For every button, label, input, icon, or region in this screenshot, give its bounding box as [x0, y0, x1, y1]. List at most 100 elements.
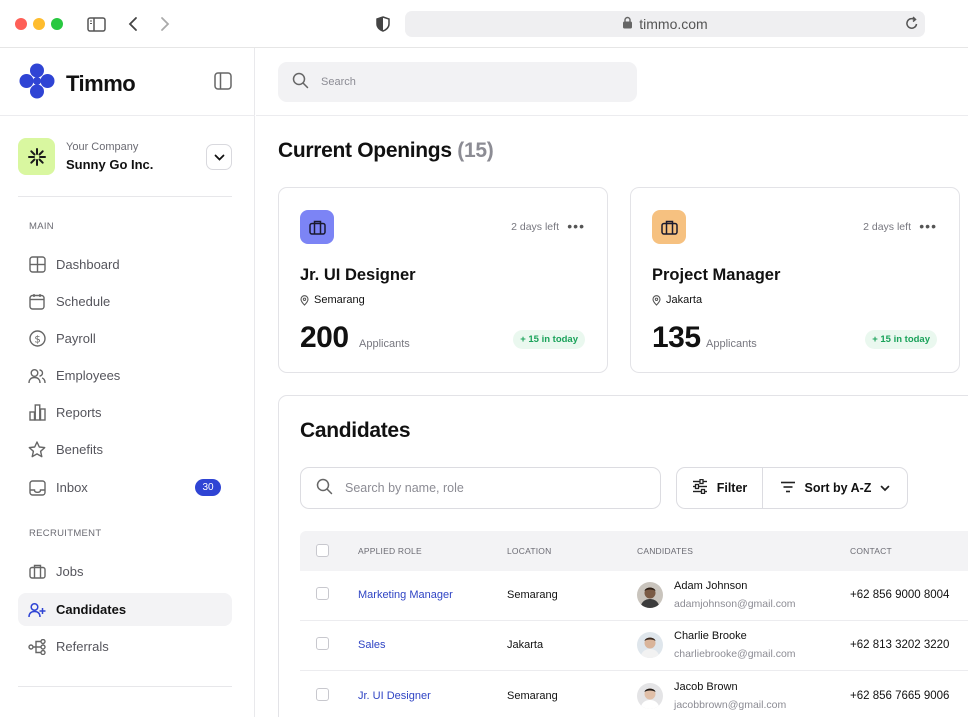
filter-button[interactable]: Filter: [677, 468, 763, 508]
sidebar-toggle-icon[interactable]: [86, 14, 106, 34]
table-row[interactable]: Marketing Manager Semarang Adam Johnson …: [300, 571, 968, 621]
user-plus-icon: [28, 601, 46, 619]
users-icon: [28, 367, 46, 385]
job-title: Jr. UI Designer: [300, 266, 416, 284]
company-label: Your Company: [66, 141, 139, 153]
filter-sort-group: Filter Sort by A-Z: [676, 467, 908, 509]
sidebar: Timmo Your Company Sunny Go Inc. MAIN Da…: [0, 48, 255, 717]
sliders-icon: [692, 478, 708, 497]
chevron-down-icon[interactable]: [206, 144, 232, 170]
select-all-checkbox[interactable]: [316, 544, 329, 557]
days-left: 2 days left: [511, 221, 559, 233]
search-icon: [316, 478, 333, 498]
applicants-label: Applicants: [706, 338, 757, 350]
shield-icon[interactable]: [373, 14, 393, 34]
sidebar-item-label: Payroll: [56, 331, 96, 346]
candidates-title: Candidates: [300, 419, 411, 442]
location-pin-icon: [300, 294, 309, 306]
role-link[interactable]: Jr. UI Designer: [358, 690, 431, 702]
sort-dropdown[interactable]: Sort by A-Z: [763, 468, 907, 508]
applicant-count: 200: [300, 321, 349, 354]
location-cell: Semarang: [507, 690, 558, 702]
sidebar-item-label: Employees: [56, 368, 121, 383]
location-pin-icon: [652, 294, 661, 306]
sidebar-item-referrals[interactable]: Referrals: [18, 630, 232, 663]
days-left: 2 days left: [863, 221, 911, 233]
sidebar-item-schedule[interactable]: Schedule: [18, 285, 232, 318]
column-header: APPLIED ROLE: [358, 546, 422, 556]
sidebar-item-dashboard[interactable]: Dashboard: [18, 248, 232, 281]
minimize-window-button[interactable]: [33, 18, 45, 30]
candidate-search-placeholder: Search by name, role: [345, 481, 464, 495]
sidebar-item-label: Dashboard: [56, 257, 120, 272]
avatar: [637, 632, 663, 658]
table-row[interactable]: Sales Jakarta Charlie Brooke charliebroo…: [300, 621, 968, 671]
svg-text:$: $: [34, 334, 40, 345]
bar-chart-icon: [28, 404, 46, 422]
lock-icon: [622, 16, 633, 32]
row-checkbox[interactable]: [316, 587, 329, 600]
url-bar[interactable]: timmo.com: [405, 11, 925, 37]
sidebar-item-reports[interactable]: Reports: [18, 396, 232, 429]
star-icon: [28, 441, 46, 459]
sort-icon: [780, 481, 796, 496]
column-header: LOCATION: [507, 546, 552, 556]
sidebar-item-label: Referrals: [56, 639, 109, 654]
location-cell: Jakarta: [507, 639, 544, 651]
row-checkbox[interactable]: [316, 637, 329, 650]
applicant-count: 135: [652, 321, 701, 354]
inbox-icon: [28, 479, 46, 497]
candidate-email: jacobbrown@gmail.com: [674, 699, 787, 711]
role-link[interactable]: Marketing Manager: [358, 589, 453, 601]
applicants-label: Applicants: [359, 338, 410, 350]
company-logo: [18, 138, 55, 175]
candidate-search-input[interactable]: Search by name, role: [300, 467, 661, 509]
search-input[interactable]: Search: [278, 62, 637, 102]
dashboard-icon: [28, 256, 46, 274]
column-header: CONTACT: [850, 546, 892, 556]
candidate-name: Charlie Brooke: [674, 630, 747, 642]
company-switcher[interactable]: Your Company Sunny Go Inc.: [18, 138, 232, 176]
reload-icon[interactable]: [905, 15, 919, 34]
inbox-count-badge: 30: [195, 479, 221, 496]
more-options-icon[interactable]: •••: [567, 218, 585, 234]
candidate-name: Adam Johnson: [674, 580, 748, 592]
search-placeholder: Search: [321, 76, 356, 88]
role-link[interactable]: Sales: [358, 639, 386, 651]
sidebar-item-benefits[interactable]: Benefits: [18, 433, 232, 466]
candidate-name: Jacob Brown: [674, 681, 738, 693]
filter-label: Filter: [716, 481, 748, 495]
collapse-sidebar-icon[interactable]: [214, 72, 232, 90]
browser-chrome: timmo.com: [0, 0, 968, 48]
back-icon[interactable]: [123, 14, 143, 34]
row-checkbox[interactable]: [316, 688, 329, 701]
sidebar-item-jobs[interactable]: Jobs: [18, 555, 232, 588]
forward-icon[interactable]: [155, 14, 175, 34]
sidebar-item-candidates[interactable]: Candidates: [18, 593, 232, 626]
avatar: [637, 683, 663, 709]
more-options-icon[interactable]: •••: [919, 218, 937, 234]
job-card[interactable]: 2 days left ••• Jr. UI Designer Semarang…: [278, 187, 608, 373]
job-location-text: Jakarta: [666, 294, 703, 306]
table-row[interactable]: Jr. UI Designer Semarang Jacob Brown jac…: [300, 672, 968, 717]
today-badge: + 15 in today: [865, 330, 937, 349]
sidebar-item-inbox[interactable]: Inbox 30: [18, 471, 232, 504]
sidebar-item-label: Inbox: [56, 480, 88, 495]
section-label-recruitment: RECRUITMENT: [29, 528, 102, 539]
sidebar-item-employees[interactable]: Employees: [18, 359, 232, 392]
sidebar-item-payroll[interactable]: $ Payroll: [18, 322, 232, 355]
brand[interactable]: Timmo: [18, 62, 136, 105]
close-window-button[interactable]: [15, 18, 27, 30]
maximize-window-button[interactable]: [51, 18, 63, 30]
topbar: Search: [256, 48, 968, 116]
sidebar-item-label: Reports: [56, 405, 102, 420]
url-text: timmo.com: [639, 16, 708, 32]
brand-name: Timmo: [66, 70, 136, 96]
logo-icon: [18, 62, 56, 105]
sort-label: Sort by A-Z: [804, 481, 872, 495]
sidebar-item-label: Jobs: [56, 564, 84, 579]
briefcase-icon: [652, 210, 686, 244]
job-card[interactable]: 2 days left ••• Project Manager Jakarta …: [630, 187, 960, 373]
job-location: Jakarta: [652, 294, 702, 306]
section-label-main: MAIN: [29, 221, 54, 232]
